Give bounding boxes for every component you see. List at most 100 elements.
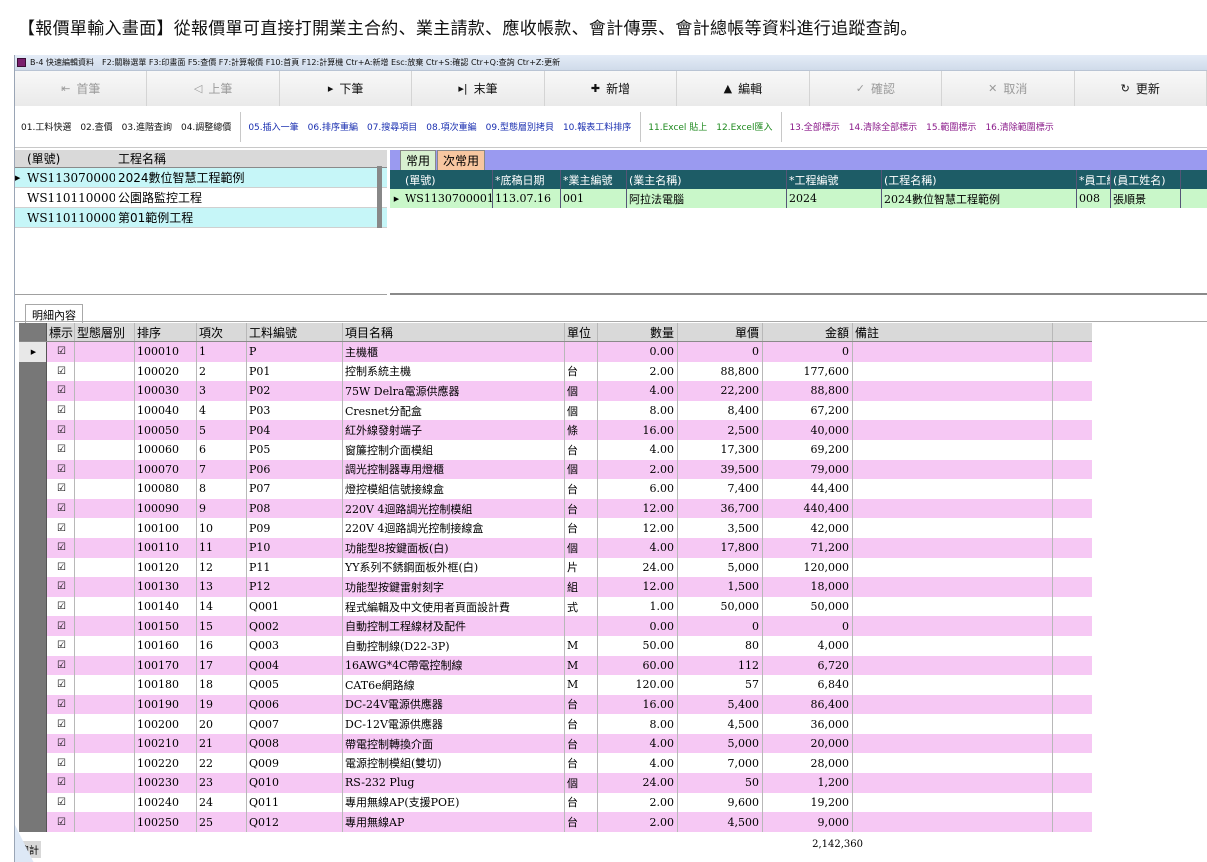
column-header-owner-no[interactable]: *業主編號: [561, 170, 627, 189]
layer-cell[interactable]: [75, 400, 135, 421]
material-no-cell[interactable]: P07: [247, 479, 343, 499]
detail-row[interactable]: ☑ 100210 21 Q008 帶電控制轉換介面台 4.00 5,000 20,000: [19, 733, 1092, 754]
detail-row[interactable]: ☑ 100230 23 Q010 RS-232 Plug 個 24.00 50 1,200: [19, 773, 1092, 793]
item-name-cell[interactable]: 功能型8按鍵面板(白): [343, 537, 565, 558]
item-no-cell[interactable]: 22: [197, 753, 247, 774]
amount-cell[interactable]: 86,400: [763, 694, 853, 715]
column-header-project[interactable]: 工程名稱: [115, 150, 359, 167]
remark-cell[interactable]: [853, 635, 1053, 656]
mark-checkbox[interactable]: ☑: [47, 420, 75, 440]
unit-cell[interactable]: 台: [565, 753, 598, 774]
item-no-cell[interactable]: 1: [197, 342, 247, 362]
row-selector[interactable]: [19, 616, 47, 636]
row-selector[interactable]: [19, 655, 47, 676]
item-name-cell[interactable]: 專用無線AP(支援POE): [343, 792, 565, 813]
amount-cell[interactable]: 71,200: [763, 537, 853, 558]
amount-cell[interactable]: 1,200: [763, 773, 853, 793]
unit-price-cell[interactable]: 80: [678, 635, 763, 656]
sort-cell[interactable]: 100220: [135, 753, 197, 774]
sort-cell[interactable]: 100110: [135, 537, 197, 558]
unit-price-cell[interactable]: 5,400: [678, 694, 763, 715]
unit-cell[interactable]: 台: [565, 792, 598, 813]
remark-cell[interactable]: [853, 459, 1053, 480]
sort-cell[interactable]: 100170: [135, 655, 197, 676]
column-header-unit-price[interactable]: 單價: [678, 323, 763, 341]
column-header-quote-no[interactable]: (單號): [403, 170, 493, 189]
row-selector[interactable]: [19, 753, 47, 774]
amount-cell[interactable]: 4,000: [763, 635, 853, 656]
sort-cell[interactable]: 100070: [135, 459, 197, 480]
sort-cell[interactable]: 100050: [135, 420, 197, 440]
amount-cell[interactable]: 50,000: [763, 596, 853, 617]
remark-cell[interactable]: [853, 616, 1053, 636]
function-button-1[interactable]: 01.工料快選: [21, 120, 71, 133]
amount-cell[interactable]: 79,000: [763, 459, 853, 480]
unit-price-cell[interactable]: 3,500: [678, 518, 763, 538]
amount-cell[interactable]: 69,200: [763, 439, 853, 460]
layer-cell[interactable]: [75, 537, 135, 558]
mark-checkbox[interactable]: ☑: [47, 675, 75, 695]
unit-cell[interactable]: 個: [565, 773, 598, 793]
column-header-no[interactable]: (單號): [25, 150, 115, 167]
quantity-cell[interactable]: 60.00: [598, 655, 678, 676]
item-name-cell[interactable]: 75W Delra電源供應器: [343, 381, 565, 401]
confirm-button[interactable]: ✓ 確認: [809, 71, 943, 106]
amount-cell[interactable]: 440,400: [763, 498, 853, 519]
remark-cell[interactable]: [853, 655, 1053, 676]
row-selector[interactable]: [19, 733, 47, 754]
quantity-cell[interactable]: 1.00: [598, 596, 678, 617]
function-button-4[interactable]: 04.調整總價: [181, 120, 231, 133]
row-selector[interactable]: [19, 557, 47, 578]
quantity-cell[interactable]: 4.00: [598, 753, 678, 774]
unit-cell[interactable]: 台: [565, 812, 598, 832]
item-name-cell[interactable]: 帶電控制轉換介面: [343, 733, 565, 754]
function-button-12[interactable]: 12.Excel匯入: [716, 120, 772, 133]
layer-cell[interactable]: [75, 439, 135, 460]
item-name-cell[interactable]: 電源控制模組(雙切): [343, 753, 565, 774]
remark-cell[interactable]: [853, 361, 1053, 382]
detail-row[interactable]: ☑ 100150 15 Q002 自動控制工程線材及配件 0.00 0 0: [19, 616, 1092, 636]
material-no-cell[interactable]: Q012: [247, 812, 343, 832]
detail-row[interactable]: ☑ 100220 22 Q009 電源控制模組(雙切) 台 4.00 7,000 28,000: [19, 753, 1092, 774]
amount-cell[interactable]: 67,200: [763, 400, 853, 421]
remark-cell[interactable]: [853, 498, 1053, 519]
quantity-cell[interactable]: 6.00: [598, 479, 678, 499]
mark-checkbox[interactable]: ☑: [47, 753, 75, 774]
layer-cell[interactable]: [75, 342, 135, 362]
unit-price-cell[interactable]: 36,700: [678, 498, 763, 519]
remark-cell[interactable]: [853, 518, 1053, 538]
item-name-cell[interactable]: 紅外線發射端子: [343, 420, 565, 440]
function-button-14[interactable]: 14.清除全部標示: [849, 120, 917, 133]
remark-cell[interactable]: [853, 342, 1053, 362]
sort-cell[interactable]: 100030: [135, 381, 197, 401]
unit-cell[interactable]: 個: [565, 381, 598, 401]
quantity-cell[interactable]: 16.00: [598, 420, 678, 440]
item-no-cell[interactable]: 15: [197, 616, 247, 636]
material-no-cell[interactable]: Q007: [247, 714, 343, 734]
row-selector[interactable]: [19, 459, 47, 480]
unit-price-cell[interactable]: 8,400: [678, 400, 763, 421]
remark-cell[interactable]: [853, 753, 1053, 774]
detail-row[interactable]: ☑ 100140 14 Q001 程式編輯及中文使用者頁面設計費式 1.00 50,000 5…: [19, 596, 1092, 617]
material-no-cell[interactable]: P03: [247, 400, 343, 421]
layer-cell[interactable]: [75, 655, 135, 676]
material-no-cell[interactable]: P09: [247, 518, 343, 538]
row-selector[interactable]: [19, 479, 47, 499]
detail-row[interactable]: ☑ 100040 4 P03 Cresnet分配盒個 8.00 8,400 67,200: [19, 400, 1092, 421]
row-selector[interactable]: [19, 773, 47, 793]
next-button[interactable]: ▸ 下筆: [279, 71, 413, 106]
mark-checkbox[interactable]: ☑: [47, 439, 75, 460]
mark-checkbox[interactable]: ☑: [47, 498, 75, 519]
mark-checkbox[interactable]: ☑: [47, 773, 75, 793]
row-selector[interactable]: [19, 498, 47, 519]
unit-cell[interactable]: [565, 342, 598, 362]
unit-cell[interactable]: 組: [565, 577, 598, 597]
column-header-employee-no[interactable]: *員工編號: [1077, 170, 1111, 189]
mark-checkbox[interactable]: ☑: [47, 400, 75, 421]
sort-cell[interactable]: 100210: [135, 733, 197, 754]
item-no-cell[interactable]: 20: [197, 714, 247, 734]
layer-cell[interactable]: [75, 753, 135, 774]
mark-checkbox[interactable]: ☑: [47, 381, 75, 401]
layer-cell[interactable]: [75, 635, 135, 656]
material-no-cell[interactable]: Q008: [247, 733, 343, 754]
